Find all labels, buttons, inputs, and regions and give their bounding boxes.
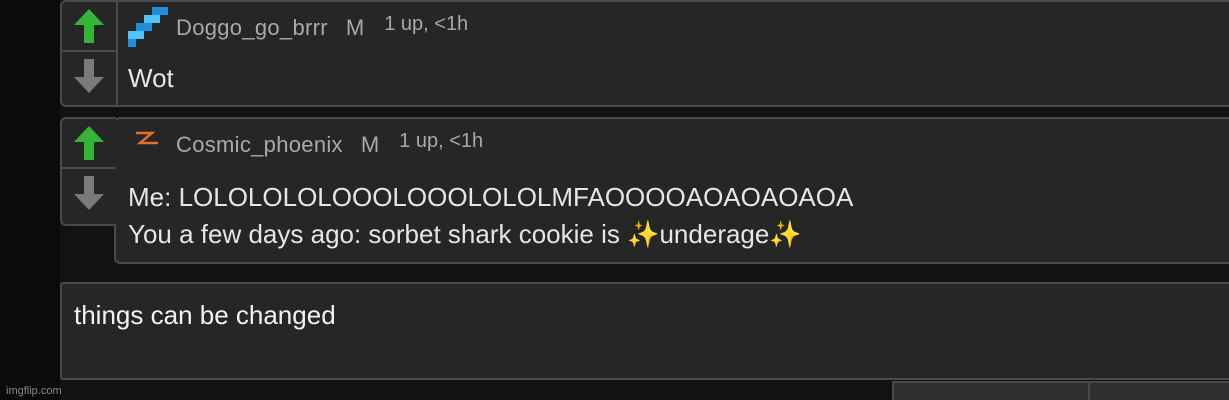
- reply-input[interactable]: things can be changed: [60, 282, 1229, 380]
- comment-1: Doggo_go_brrr M 1 up, <1h Wot: [60, 0, 1229, 107]
- comment-2-vote-panel: [60, 117, 116, 226]
- username[interactable]: Doggo_go_brrr: [176, 15, 328, 41]
- pixel-sword-icon: [128, 7, 168, 47]
- user-badge: M: [360, 132, 380, 157]
- comment-meta: 1 up, <1h: [384, 12, 469, 35]
- user-badge: M: [345, 15, 365, 40]
- reply-input-value: things can be changed: [74, 300, 336, 330]
- vote-column: [62, 2, 118, 105]
- vote-column: [62, 119, 116, 224]
- comment-text-line-1: Me: LOLOLOLOLOOOLOOOLOLOLMFAOOOOAOAOAOAO…: [128, 182, 854, 212]
- left-margin: [0, 0, 60, 400]
- comment-2-content: Cosmic_phoenix M 1 up, <1h Me: LOLOLOLOL…: [116, 119, 1229, 260]
- comment-meta: 1 up, <1h: [399, 129, 484, 152]
- up-arrow-icon: [74, 126, 104, 160]
- reply-submit-button[interactable]: [1088, 381, 1229, 400]
- comment-text-line-2: You a few days ago: sorbet shark cookie …: [128, 219, 802, 249]
- comment-header: Cosmic_phoenix M 1 up, <1h: [128, 129, 483, 161]
- down-arrow-icon: [74, 176, 104, 210]
- down-arrow-icon: [74, 59, 104, 93]
- upvote-button[interactable]: [62, 2, 116, 52]
- username[interactable]: Cosmic_phoenix: [176, 132, 343, 158]
- watermark: imgflip.com: [6, 385, 62, 397]
- comment-text: Wot: [128, 63, 174, 93]
- comment-header: Doggo_go_brrr M 1 up, <1h: [128, 7, 469, 47]
- up-arrow-icon: [74, 9, 104, 43]
- lightning-icon: [136, 131, 158, 145]
- upvote-button[interactable]: [62, 119, 116, 169]
- reply-action-button[interactable]: [892, 381, 1090, 400]
- downvote-button[interactable]: [62, 169, 116, 217]
- downvote-button[interactable]: [62, 52, 116, 100]
